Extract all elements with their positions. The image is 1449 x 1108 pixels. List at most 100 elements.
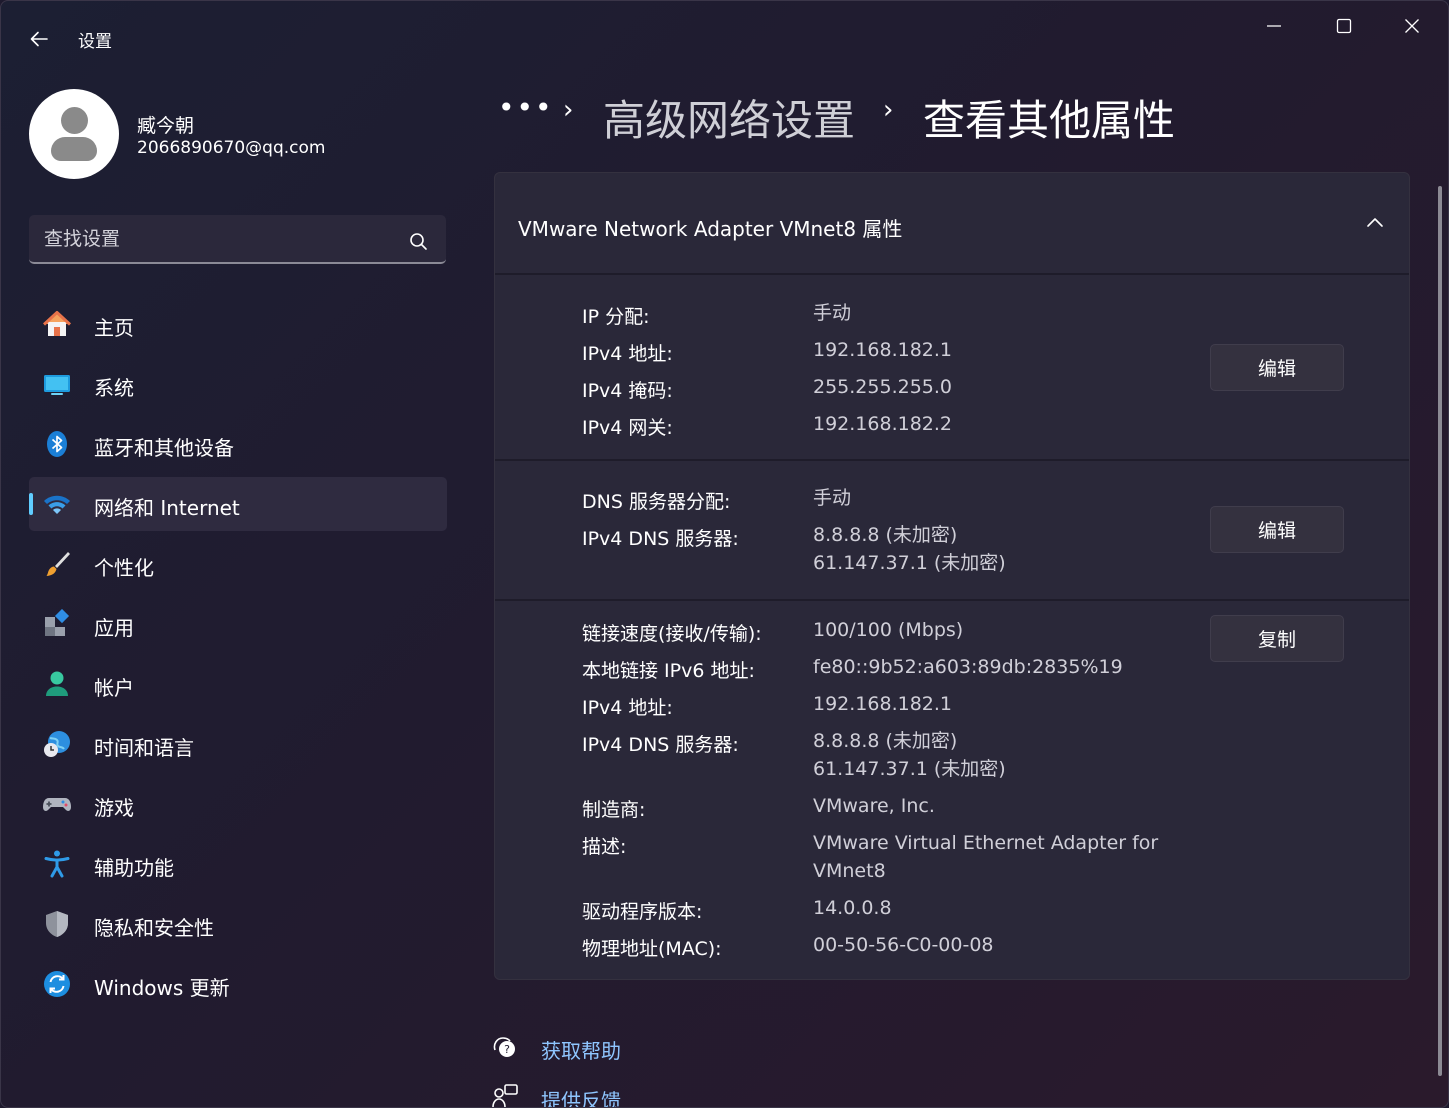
row-value: 192.168.182.1 xyxy=(813,693,953,715)
maximize-icon xyxy=(1336,18,1352,34)
scrollbar[interactable] xyxy=(1438,186,1442,1076)
chevron-up-icon[interactable] xyxy=(1365,213,1385,233)
sidebar-item-label: 时间和语言 xyxy=(94,736,194,760)
arrow-left-icon xyxy=(30,31,48,47)
row-label: 驱动程序版本: xyxy=(582,901,703,923)
edit-dns-button[interactable]: 编辑 xyxy=(1210,506,1344,553)
dns-section: DNS 服务器分配: 手动 IPv4 DNS 服务器: 8.8.8.8 (未加密… xyxy=(495,461,1409,601)
row-label: 本地链接 IPv6 地址: xyxy=(582,660,755,682)
sidebar-item-system[interactable]: 系统 xyxy=(29,357,447,411)
sidebar-item-gaming[interactable]: 游戏 xyxy=(29,777,447,831)
user-name: 臧今朝 xyxy=(137,115,195,137)
card-header[interactable]: VMware Network Adapter VMnet8 属性 xyxy=(495,173,1409,275)
get-help-label: 获取帮助 xyxy=(541,1039,621,1063)
row-value: VMware Virtual Ethernet Adapter for xyxy=(813,832,1159,854)
title-bar: 设置 xyxy=(1,1,1448,61)
ip-section: IP 分配: 手动 IPv4 地址: 192.168.182.1 IPv4 掩码… xyxy=(495,275,1409,461)
sidebar-item-personalization[interactable]: 个性化 xyxy=(29,537,447,591)
edit-ip-button[interactable]: 编辑 xyxy=(1210,344,1344,391)
globe-clock-icon xyxy=(44,731,70,757)
close-icon xyxy=(1405,19,1419,33)
sidebar-item-accessibility[interactable]: 辅助功能 xyxy=(29,837,447,891)
sidebar-item-windows-update[interactable]: Windows 更新 xyxy=(29,957,447,1011)
row-value: 192.168.182.2 xyxy=(813,413,953,435)
sidebar-item-time-language[interactable]: 时间和语言 xyxy=(29,717,447,771)
user-email: 2066890670@qq.com xyxy=(137,138,326,158)
sidebar-item-bluetooth[interactable]: 蓝牙和其他设备 xyxy=(29,417,447,471)
row-value: VMware, Inc. xyxy=(813,795,935,817)
sidebar-item-label: 隐私和安全性 xyxy=(94,916,214,940)
sidebar-item-label: 应用 xyxy=(94,616,134,640)
minimize-icon xyxy=(1267,25,1281,27)
row-label: IP 分配: xyxy=(582,306,650,328)
row-label: IPv4 地址: xyxy=(582,697,673,719)
page-title: 查看其他属性 xyxy=(923,96,1176,145)
help-icon: ? xyxy=(493,1037,515,1057)
sidebar-item-network[interactable]: 网络和 Internet xyxy=(29,477,447,531)
row-value: 192.168.182.1 xyxy=(813,339,953,361)
row-label: IPv4 地址: xyxy=(582,343,673,365)
bluetooth-icon xyxy=(47,431,67,457)
row-value: 手动 xyxy=(813,487,852,509)
sidebar-item-label: 个性化 xyxy=(94,556,154,580)
row-label: IPv4 掩码: xyxy=(582,380,673,402)
home-icon xyxy=(42,311,72,336)
system-icon xyxy=(44,375,70,395)
adapter-info-section: 链接速度(接收/传输): 100/100 (Mbps) 本地链接 IPv6 地址… xyxy=(495,601,1409,981)
row-value: 手动 xyxy=(813,302,852,324)
row-value: 00-50-56-C0-00-08 xyxy=(813,934,994,956)
row-value: 8.8.8.8 (未加密) xyxy=(813,730,958,752)
breadcrumb-parent[interactable]: 高级网络设置 xyxy=(603,87,855,148)
adapter-properties-card: VMware Network Adapter VMnet8 属性 IP 分配: … xyxy=(494,172,1410,980)
row-label: IPv4 DNS 服务器: xyxy=(582,734,739,756)
sidebar-item-apps[interactable]: 应用 xyxy=(29,597,447,651)
back-button[interactable] xyxy=(23,23,55,55)
row-label: DNS 服务器分配: xyxy=(582,491,731,513)
sidebar-item-label: 主页 xyxy=(94,316,134,340)
row-value: 100/100 (Mbps) xyxy=(813,619,964,641)
breadcrumb-separator: › xyxy=(883,95,894,125)
sidebar-item-accounts[interactable]: 帐户 xyxy=(29,657,447,711)
search-input[interactable] xyxy=(29,215,399,262)
row-value-secondary: VMnet8 xyxy=(813,860,886,882)
sidebar-item-label: 网络和 Internet xyxy=(94,496,240,520)
gamepad-icon xyxy=(43,798,71,811)
search-box[interactable] xyxy=(29,215,446,264)
update-icon xyxy=(44,971,70,997)
minimize-button[interactable] xyxy=(1251,7,1297,45)
breadcrumb-more-button[interactable]: ••• xyxy=(498,91,554,124)
row-label: IPv4 DNS 服务器: xyxy=(582,528,739,550)
sidebar-item-label: 蓝牙和其他设备 xyxy=(94,436,234,460)
sidebar-item-privacy[interactable]: 隐私和安全性 xyxy=(29,897,447,951)
account-icon xyxy=(46,671,68,696)
sidebar-item-home[interactable]: 主页 xyxy=(29,297,447,351)
settings-window: 设置 臧今朝 2066890670@qq.com 主页 系统 蓝牙 xyxy=(0,0,1449,1108)
sidebar-item-label: Windows 更新 xyxy=(94,976,230,1000)
row-value: 8.8.8.8 (未加密) xyxy=(813,524,958,546)
copy-button[interactable]: 复制 xyxy=(1210,615,1344,662)
accessibility-icon xyxy=(44,850,70,878)
svg-text:?: ? xyxy=(504,1043,510,1056)
row-label: 物理地址(MAC): xyxy=(582,938,722,960)
app-title: 设置 xyxy=(78,32,112,52)
maximize-button[interactable] xyxy=(1321,7,1367,45)
avatar-body xyxy=(51,137,97,161)
row-value: 255.255.255.0 xyxy=(813,376,953,398)
row-value: fe80::9b52:a603:89db:2835%19 xyxy=(813,656,1123,678)
feedback-icon xyxy=(492,1084,518,1107)
avatar[interactable] xyxy=(29,89,119,179)
sidebar-item-label: 帐户 xyxy=(94,676,134,700)
wifi-icon xyxy=(44,495,70,514)
card-title: VMware Network Adapter VMnet8 属性 xyxy=(518,217,903,241)
sidebar-item-label: 辅助功能 xyxy=(94,856,174,880)
apps-icon xyxy=(45,609,70,636)
sidebar-item-label: 系统 xyxy=(94,376,134,400)
breadcrumb-separator: › xyxy=(563,95,574,125)
close-button[interactable] xyxy=(1389,7,1435,45)
brush-icon xyxy=(46,552,70,576)
row-value-secondary: 61.147.37.1 (未加密) xyxy=(813,758,1006,780)
avatar-head xyxy=(61,107,88,134)
search-icon[interactable] xyxy=(407,230,431,254)
give-feedback-label: 提供反馈 xyxy=(541,1089,621,1108)
row-label: IPv4 网关: xyxy=(582,417,673,439)
